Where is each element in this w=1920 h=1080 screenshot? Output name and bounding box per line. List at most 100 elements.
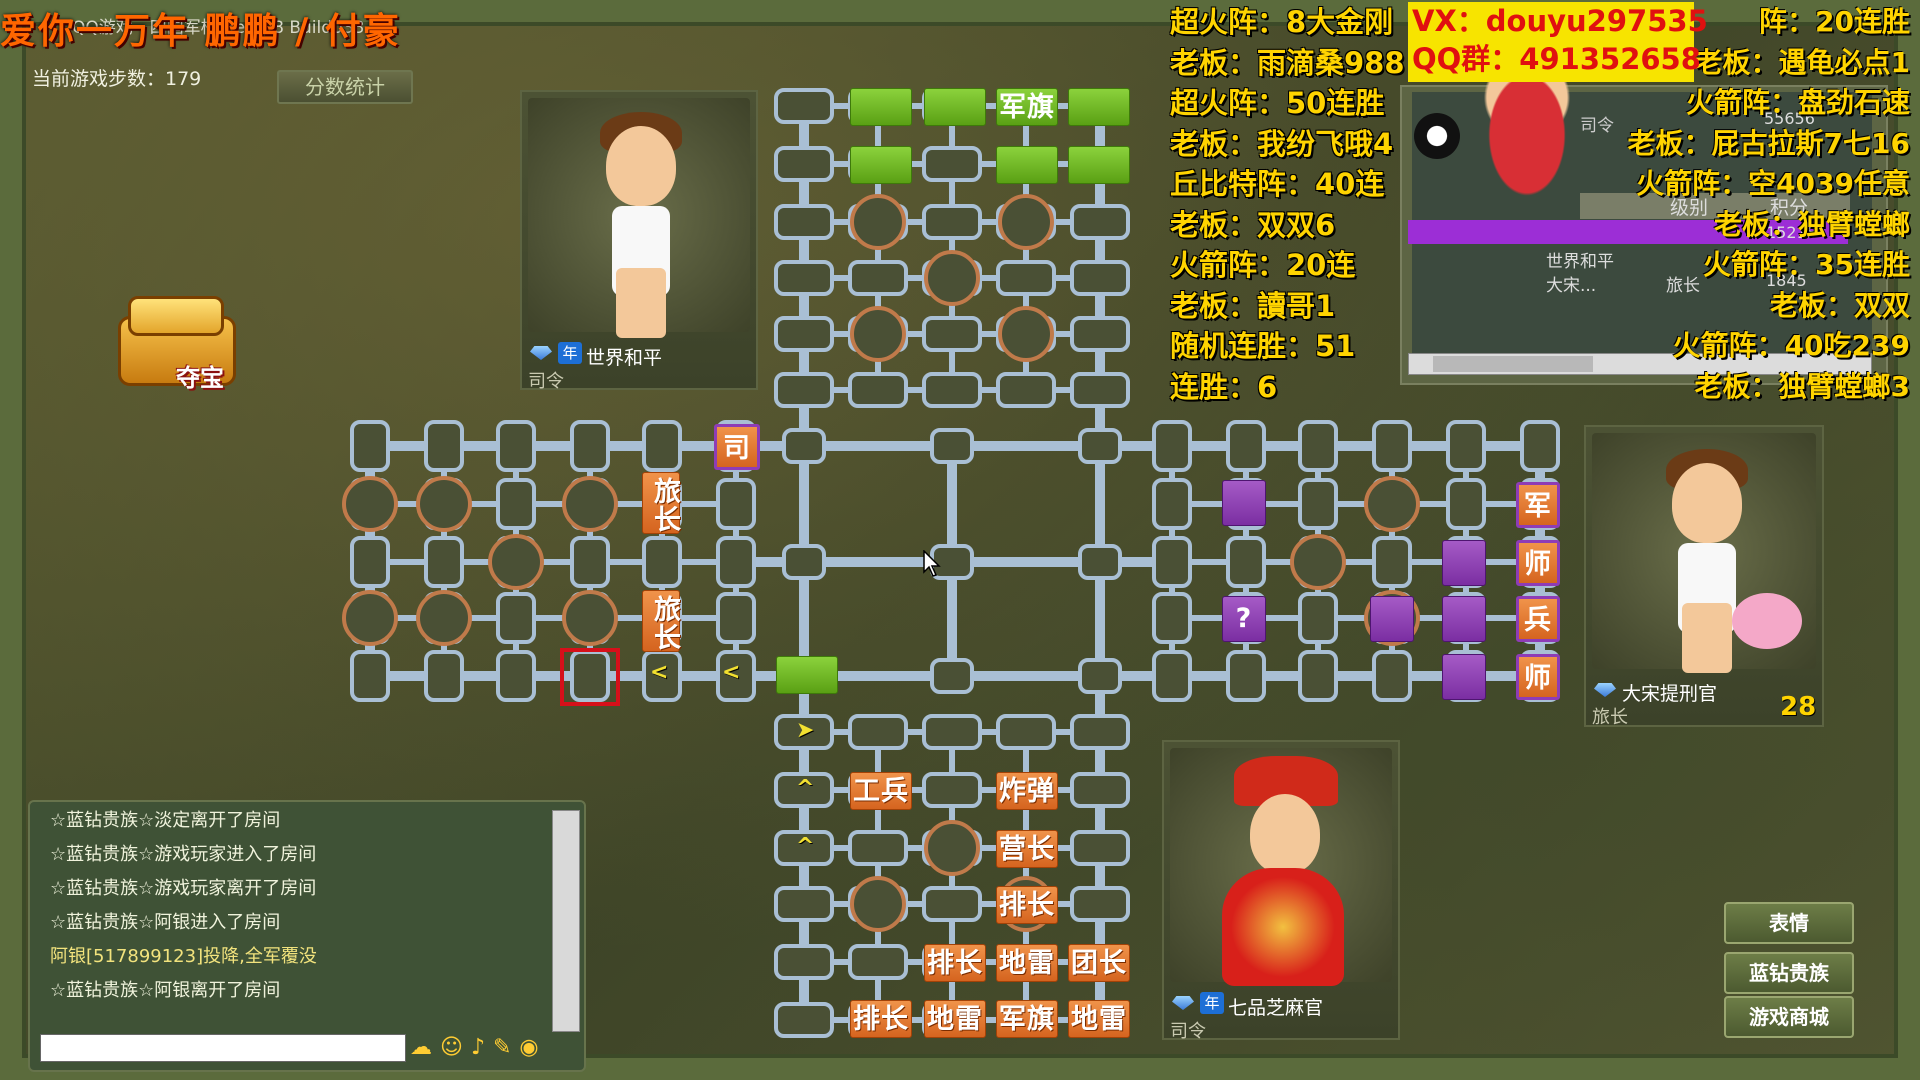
ticker-line: 火箭阵：35连胜 [1703,248,1910,281]
emoji-icon[interactable]: ☺ [440,1035,471,1060]
piece-bottom[interactable]: 地雷 [996,944,1058,982]
qq-group-contact: QQ群：491352658 [1412,42,1701,76]
piece-bottom[interactable]: 排长 [924,944,986,982]
board-node [996,260,1056,296]
blue-diamond-button[interactable]: 蓝钻贵族 [1724,952,1854,994]
camp-node [562,476,618,532]
emote-button[interactable]: 表情 [1724,902,1854,944]
ticker-line: 火箭阵：40吃239 [1672,329,1910,362]
piece-left-brigade[interactable]: 旅长 [642,590,680,652]
piece-right[interactable] [1442,540,1486,586]
board-node [848,830,908,866]
camp-node [416,590,472,646]
ticker-line: 火箭阵：盘劲石速 [1685,86,1910,119]
piece-right-label[interactable]: 师 [1516,540,1560,586]
board-node [774,88,834,124]
board-node [570,536,610,588]
piece-right[interactable] [1442,654,1486,700]
game-shop-button[interactable]: 游戏商城 [1724,996,1854,1038]
speech-bubble-icon[interactable]: ☁ [410,1035,440,1060]
chat-line: ☆蓝钻贵族☆阿银离开了房间 [50,980,281,1001]
piece-right-label[interactable]: 军 [1516,482,1560,528]
board-node [496,592,536,644]
chat-line: ☆蓝钻贵族☆阿银进入了房间 [50,912,281,933]
board-node [774,372,834,408]
wrench-icon[interactable]: ✎ [493,1035,519,1060]
contact-banner: VX：douyu297535 QQ群：491352658 [1408,2,1708,82]
piece-bottom[interactable]: 地雷 [1068,1000,1130,1038]
board-node [1298,420,1338,472]
board-node [922,316,982,352]
board-node [782,544,826,580]
chat-line: ☆蓝钻贵族☆淡定离开了房间 [50,810,281,831]
speaker-icon[interactable]: ♪ [471,1035,493,1060]
camp-node [488,534,544,590]
board-node [930,658,974,694]
board-node [848,714,908,750]
board-node [774,204,834,240]
board-node [496,650,536,702]
piece-top[interactable] [924,88,986,126]
board-node [774,260,834,296]
camp-node [924,250,980,306]
piece-top[interactable] [850,88,912,126]
move-arrow-icon: ^ [796,776,815,801]
piece-bottom[interactable]: 炸弹 [996,772,1058,810]
selected-cell[interactable] [560,648,620,706]
board-node [1226,420,1266,472]
piece-top[interactable] [1068,146,1130,184]
piece-top[interactable] [1068,88,1130,126]
ticker-line: 老板：独臂螳螂 [1713,207,1910,241]
piece-bottom[interactable]: 排长 [850,1000,912,1038]
piece-top[interactable] [996,146,1058,184]
board-node [774,944,834,980]
ticker-line: 火箭阵：空4039任意 [1636,167,1910,200]
ticker-line: 老板：屁古拉斯7七16 [1627,126,1910,160]
board-node [1152,536,1192,588]
ticker-line: 老板：双双 [1769,288,1910,322]
piece-right[interactable] [1222,480,1266,526]
camp-node [850,194,906,250]
camp-node [850,306,906,362]
camp-node [416,476,472,532]
board-node [350,650,390,702]
chat-input[interactable] [40,1034,406,1062]
board-node [922,146,982,182]
board-node [848,260,908,296]
globe-icon[interactable]: ◉ [519,1035,546,1060]
board-node [922,772,982,808]
board-node [424,650,464,702]
piece-bottom[interactable]: 地雷 [924,1000,986,1038]
board-node [1070,714,1130,750]
board-node [1070,772,1130,808]
piece-right-label[interactable]: 师 [1516,654,1560,700]
piece-left-commander[interactable]: 司 [714,424,760,470]
piece-bottom[interactable]: 军旗 [996,1000,1058,1038]
piece-left-brigade[interactable]: 旅长 [642,472,680,534]
piece-bottom[interactable]: 团长 [1068,944,1130,982]
piece-bottom[interactable]: 工兵 [850,772,912,810]
board-node [1226,536,1266,588]
piece-green-moved[interactable] [776,656,838,694]
camp-node [998,194,1054,250]
chat-line: ☆蓝钻贵族☆游戏玩家离开了房间 [50,878,317,899]
piece-bottom[interactable]: 营长 [996,830,1058,868]
board-node [1446,420,1486,472]
board-node [424,420,464,472]
chat-scrollbar[interactable] [552,810,580,1032]
piece-top-flag[interactable]: 军旗 [996,88,1058,126]
board-node [930,428,974,464]
piece-right[interactable] [1370,596,1414,642]
piece-right-label[interactable]: 兵 [1516,596,1560,642]
board-node [1078,428,1122,464]
board-node [350,420,390,472]
board-node [922,204,982,240]
piece-right-unknown[interactable]: ? [1222,596,1266,642]
board-node [996,714,1056,750]
piece-bottom[interactable]: 排长 [996,886,1058,924]
board-node [774,146,834,182]
board-node [1070,260,1130,296]
board-node [716,536,756,588]
piece-top[interactable] [850,146,912,184]
piece-right[interactable] [1442,596,1486,642]
